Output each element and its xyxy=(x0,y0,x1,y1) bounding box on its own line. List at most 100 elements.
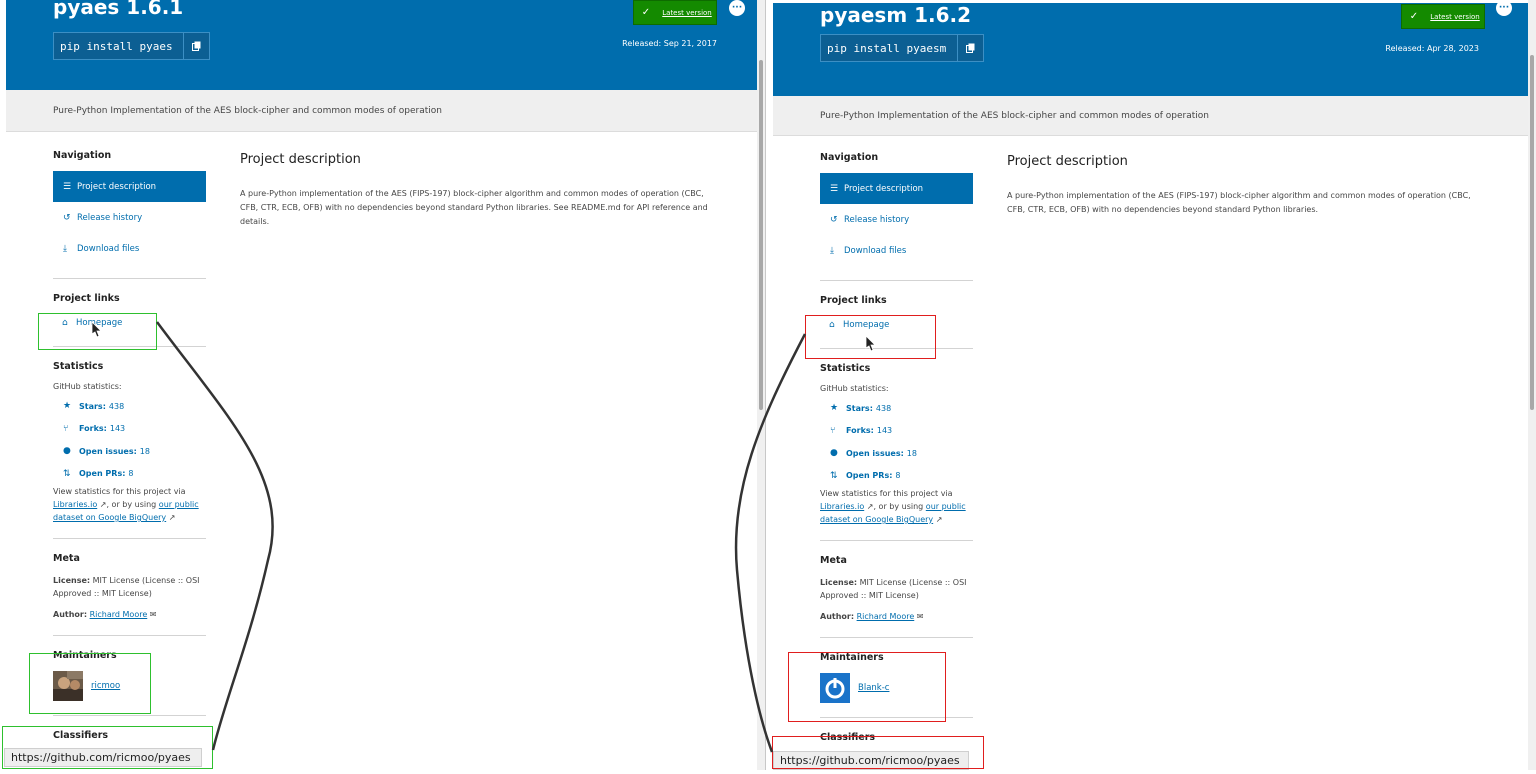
project-description-text: A pure-Python implementation of the AES … xyxy=(240,189,708,226)
stat-open-issues[interactable]: ● Open issues: 18 xyxy=(820,442,973,465)
stat-stars[interactable]: ★ Stars: 438 xyxy=(820,397,973,420)
latest-version-badge[interactable]: ✓ Latest version xyxy=(1401,4,1485,29)
author-link[interactable]: Richard Moore xyxy=(857,612,915,621)
stat-label: Forks: xyxy=(79,424,107,434)
divider xyxy=(820,280,973,281)
license-info: License: MIT License (License :: OSI App… xyxy=(53,574,206,600)
avatar xyxy=(53,671,83,701)
release-date: Released: Apr 28, 2023 xyxy=(1385,44,1479,53)
pull-request-icon: ⇅ xyxy=(63,468,71,479)
scroll-thumb[interactable] xyxy=(1530,55,1534,410)
project-description-text: A pure-Python implementation of the AES … xyxy=(1007,191,1471,214)
or-by-using-text: , or by using xyxy=(873,502,924,511)
sidebar: Navigation ☰ Project description ↺ Relea… xyxy=(53,150,206,751)
scroll-thumb[interactable] xyxy=(759,60,763,410)
check-icon: ✓ xyxy=(1409,11,1419,22)
pip-command: pip install pyaes xyxy=(60,39,173,53)
history-icon: ↺ xyxy=(63,212,71,223)
stat-value: 438 xyxy=(875,403,892,413)
statistics-heading: Statistics xyxy=(53,361,104,372)
stat-value: 143 xyxy=(876,426,893,436)
maintainer-entry[interactable]: ricmoo xyxy=(53,671,206,701)
stat-open-issues[interactable]: ● Open issues: 18 xyxy=(53,440,206,463)
maintainer-link[interactable]: ricmoo xyxy=(91,681,120,691)
meta-heading: Meta xyxy=(53,553,80,564)
latest-version-link[interactable]: Latest version xyxy=(658,9,716,17)
status-bar-url: https://github.com/ricmoo/pyaes xyxy=(4,748,202,767)
nav-download-files[interactable]: ⤓ Download files xyxy=(820,235,973,266)
divider xyxy=(53,346,206,347)
nav-download-files[interactable]: ⤓ Download files xyxy=(53,233,206,264)
divider xyxy=(53,635,206,636)
stat-value: 18 xyxy=(906,448,917,458)
author-label: Author: xyxy=(820,612,855,621)
github-stats-label: GitHub statistics: xyxy=(820,384,889,393)
homepage-label: Homepage xyxy=(76,318,123,328)
stat-label: Stars: xyxy=(846,403,873,413)
homepage-label: Homepage xyxy=(843,320,890,330)
copy-button[interactable] xyxy=(183,33,209,59)
star-icon: ★ xyxy=(830,403,839,414)
stat-label: Open PRs: xyxy=(846,471,893,481)
maintainer-link[interactable]: Blank-c xyxy=(858,683,889,693)
stat-stars[interactable]: ★ Stars: 438 xyxy=(53,395,206,418)
classifiers-heading: Classifiers xyxy=(53,730,109,741)
divider xyxy=(53,715,206,716)
homepage-link[interactable]: ⌂ Homepage xyxy=(53,314,206,332)
stat-open-prs[interactable]: ⇅ Open PRs: 8 xyxy=(820,465,973,488)
nav-label: Download files xyxy=(844,245,907,256)
issue-icon: ● xyxy=(63,446,71,457)
package-title: pyaesm 1.6.2 xyxy=(820,3,972,27)
libraries-io-link[interactable]: Libraries.io xyxy=(53,500,97,509)
nav-label: Project description xyxy=(77,181,157,192)
menu-icon[interactable]: ··· xyxy=(729,0,745,16)
issue-icon: ● xyxy=(830,448,838,459)
copy-icon xyxy=(966,43,975,53)
nav-release-history[interactable]: ↺ Release history xyxy=(820,204,973,235)
libraries-io-link[interactable]: Libraries.io xyxy=(820,502,864,511)
avatar xyxy=(820,673,850,703)
check-icon: ✓ xyxy=(641,7,651,18)
home-icon: ⌂ xyxy=(829,320,835,330)
latest-version-badge[interactable]: ✓ Latest version xyxy=(633,0,717,25)
homepage-link[interactable]: ⌂ Homepage xyxy=(820,316,973,334)
stat-open-prs[interactable]: ⇅ Open PRs: 8 xyxy=(53,463,206,486)
stat-label: Open PRs: xyxy=(79,469,126,479)
nav-project-description[interactable]: ☰ Project description xyxy=(53,171,206,202)
project-description-heading: Project description xyxy=(240,152,361,167)
package-summary: Pure-Python Implementation of the AES bl… xyxy=(773,96,1528,136)
package-summary: Pure-Python Implementation of the AES bl… xyxy=(6,90,757,132)
pull-request-icon: ⇅ xyxy=(830,470,838,481)
nav-project-description[interactable]: ☰ Project description xyxy=(820,173,973,204)
project-links-heading: Project links xyxy=(53,293,120,304)
menu-icon[interactable]: ··· xyxy=(1496,0,1512,16)
divider xyxy=(820,637,973,638)
history-icon: ↺ xyxy=(830,214,838,225)
license-label: License: xyxy=(820,578,858,587)
divider xyxy=(820,348,973,349)
author-info: Author: Richard Moore ✉ xyxy=(820,610,973,623)
nav-release-history[interactable]: ↺ Release history xyxy=(53,202,206,233)
package-title: pyaes 1.6.1 xyxy=(53,0,184,19)
navigation-heading: Navigation xyxy=(820,152,879,163)
star-icon: ★ xyxy=(63,401,72,412)
fork-icon: ⑂ xyxy=(830,425,836,436)
author-link[interactable]: Richard Moore xyxy=(90,610,148,619)
view-stats-text: View statistics for this project via Lib… xyxy=(53,485,206,524)
main-content: Project description A pure-Python implem… xyxy=(1007,154,1487,217)
scrollbar[interactable] xyxy=(757,0,765,770)
latest-version-link[interactable]: Latest version xyxy=(1426,13,1484,21)
maintainer-entry[interactable]: Blank-c xyxy=(820,673,973,703)
mail-icon: ✉ xyxy=(147,610,157,619)
menu-icon: ☰ xyxy=(63,181,72,192)
stat-forks[interactable]: ⑂ Forks: 143 xyxy=(820,420,973,443)
package-header: pyaesm 1.6.2 pip install pyaesm ✓ Latest… xyxy=(773,3,1528,96)
copy-button[interactable] xyxy=(957,35,983,61)
scrollbar[interactable] xyxy=(1528,0,1536,770)
divider xyxy=(53,278,206,279)
license-label: License: xyxy=(53,576,91,585)
divider xyxy=(820,717,973,718)
stat-forks[interactable]: ⑂ Forks: 143 xyxy=(53,418,206,441)
fork-icon: ⑂ xyxy=(63,423,69,434)
license-info: License: MIT License (License :: OSI App… xyxy=(820,576,973,602)
